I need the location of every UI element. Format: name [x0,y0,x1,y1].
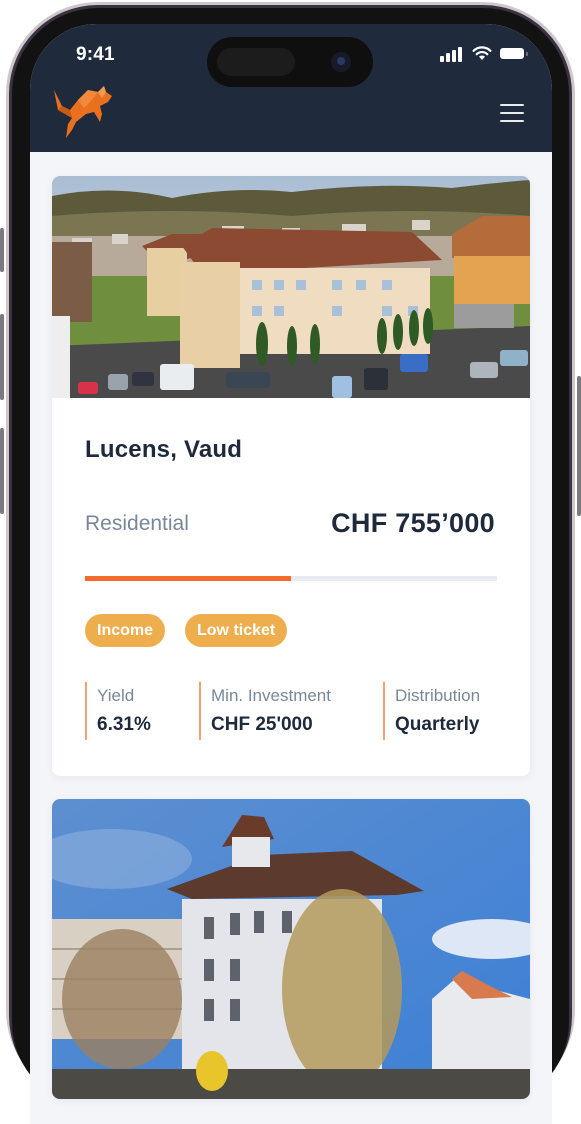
property-photo-house [52,799,530,1099]
property-image[interactable] [52,799,530,1099]
volume-up-button [0,314,4,400]
power-button [577,376,581,516]
funding-progress-fill [85,576,291,581]
tag-income: Income [85,614,166,647]
funding-progress-bar [85,576,497,581]
property-title[interactable]: Lucens, Vaud [85,436,242,464]
hamburger-menu-icon[interactable] [500,104,526,126]
action-button [0,228,4,272]
stat-yield: Yield 6.31% [85,682,187,740]
stat-value: 6.31% [97,714,151,735]
camera-icon [331,52,351,72]
stat-min-investment: Min. Investment CHF 25'000 [199,682,371,740]
property-photo-lucens [52,176,530,398]
stat-distribution: Distribution Quarterly [383,682,505,740]
app-header: 9:41 [30,24,552,152]
tag-low-ticket: Low ticket [185,614,288,647]
fox-logo-icon [54,86,112,138]
wifi-icon [472,46,492,60]
property-image[interactable] [52,176,530,398]
stat-label: Min. Investment [211,686,331,705]
property-card[interactable] [52,799,530,1099]
property-price: CHF 755’000 [331,508,495,538]
stat-label: Distribution [395,686,481,705]
volume-down-button [0,428,4,514]
battery-icon [500,48,528,59]
stat-value: CHF 25'000 [211,714,313,735]
stat-label: Yield [97,686,135,705]
property-category: Residential [85,512,189,535]
app-screen: 9:41 Lucens, Vaud Residential CHF 755’00… [30,24,552,1124]
property-card[interactable]: Lucens, Vaud Residential CHF 755’000 Inc… [52,176,530,776]
stat-value: Quarterly [395,714,480,735]
status-time: 9:41 [76,44,115,65]
dynamic-island [207,37,373,87]
